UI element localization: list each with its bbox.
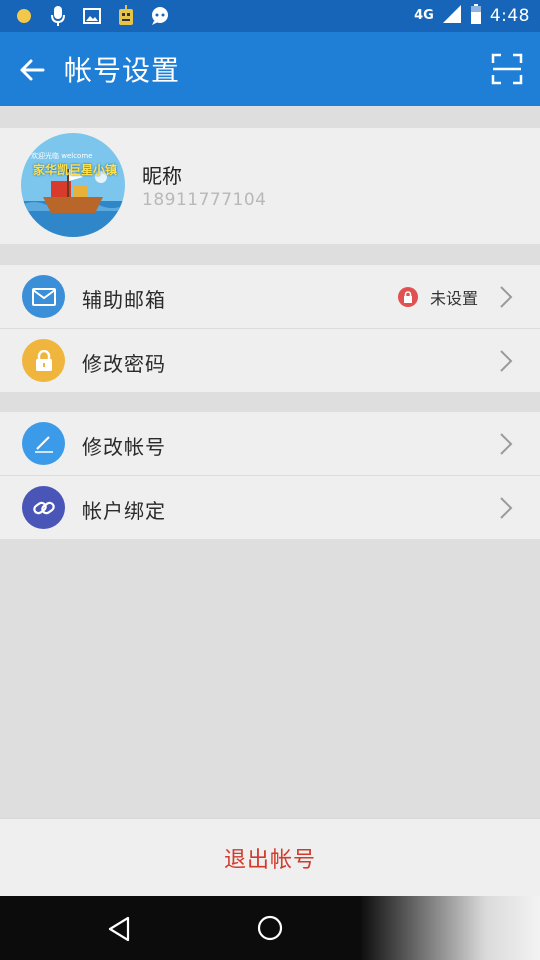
row-backup-email[interactable]: 辅助邮箱 未设置 xyxy=(0,265,540,328)
battery-icon xyxy=(470,3,482,29)
scan-frame-icon xyxy=(491,53,523,85)
chevron-right-icon xyxy=(500,497,513,519)
arrow-left-icon xyxy=(20,59,45,81)
notification-dot-icon xyxy=(14,6,34,26)
row-label: 辅助邮箱 xyxy=(82,288,166,312)
back-button[interactable] xyxy=(16,54,48,86)
row-label: 帐户绑定 xyxy=(82,499,166,523)
link-icon xyxy=(22,486,65,529)
row-label: 修改密码 xyxy=(82,352,166,376)
scan-button[interactable] xyxy=(490,52,524,86)
chevron-right-icon xyxy=(500,350,513,372)
chevron-right-icon xyxy=(500,433,513,455)
edit-icon xyxy=(22,422,65,465)
row-label: 修改帐号 xyxy=(82,435,166,459)
status-bar-system: 4G 4:48 xyxy=(414,3,530,29)
menu-group-account: 修改帐号 帐户绑定 xyxy=(0,412,540,539)
nav-back-icon[interactable] xyxy=(104,914,134,944)
menu-group-security: 辅助邮箱 未设置 修改密码 xyxy=(0,265,540,392)
row-change-account[interactable]: 修改帐号 xyxy=(0,412,540,475)
logout-button[interactable]: 退出帐号 xyxy=(0,819,540,897)
status-text: 未设置 xyxy=(429,289,478,308)
status-bar: 4G 4:48 xyxy=(0,0,540,32)
system-nav-bar xyxy=(0,896,540,960)
page-title: 帐号设置 xyxy=(64,54,181,87)
avatar-caption: 家华凯巨星小镇 xyxy=(33,163,118,177)
signal-icon xyxy=(442,4,462,29)
app-bar: 帐号设置 xyxy=(0,32,540,106)
nickname: 昵称 xyxy=(142,164,182,188)
row-account-binding[interactable]: 帐户绑定 xyxy=(0,475,540,539)
mail-icon xyxy=(22,275,65,318)
row-change-password[interactable]: 修改密码 xyxy=(0,328,540,392)
logout-area: 退出帐号 xyxy=(0,818,540,897)
nav-overlay xyxy=(360,896,540,960)
app-robot-icon xyxy=(116,5,136,26)
clock: 4:48 xyxy=(489,6,530,26)
lock-icon xyxy=(397,287,418,307)
microphone-icon xyxy=(48,6,68,26)
lock-icon xyxy=(22,339,65,382)
image-icon xyxy=(82,6,102,26)
email-status: 未设置 xyxy=(397,285,478,309)
status-bar-notifications xyxy=(14,4,170,28)
nav-home-icon[interactable] xyxy=(256,914,284,942)
avatar-caption-small: 欢迎光临 welcome xyxy=(31,152,93,160)
network-type: 4G xyxy=(414,8,434,23)
chat-bubble-icon xyxy=(150,6,170,26)
phone-number: 18911777104 xyxy=(142,190,267,210)
profile-card[interactable]: 欢迎光临 welcome 家华凯巨星小镇 昵称 18911777104 xyxy=(0,128,540,244)
chevron-right-icon xyxy=(500,286,513,308)
avatar[interactable]: 欢迎光临 welcome 家华凯巨星小镇 xyxy=(21,133,125,237)
